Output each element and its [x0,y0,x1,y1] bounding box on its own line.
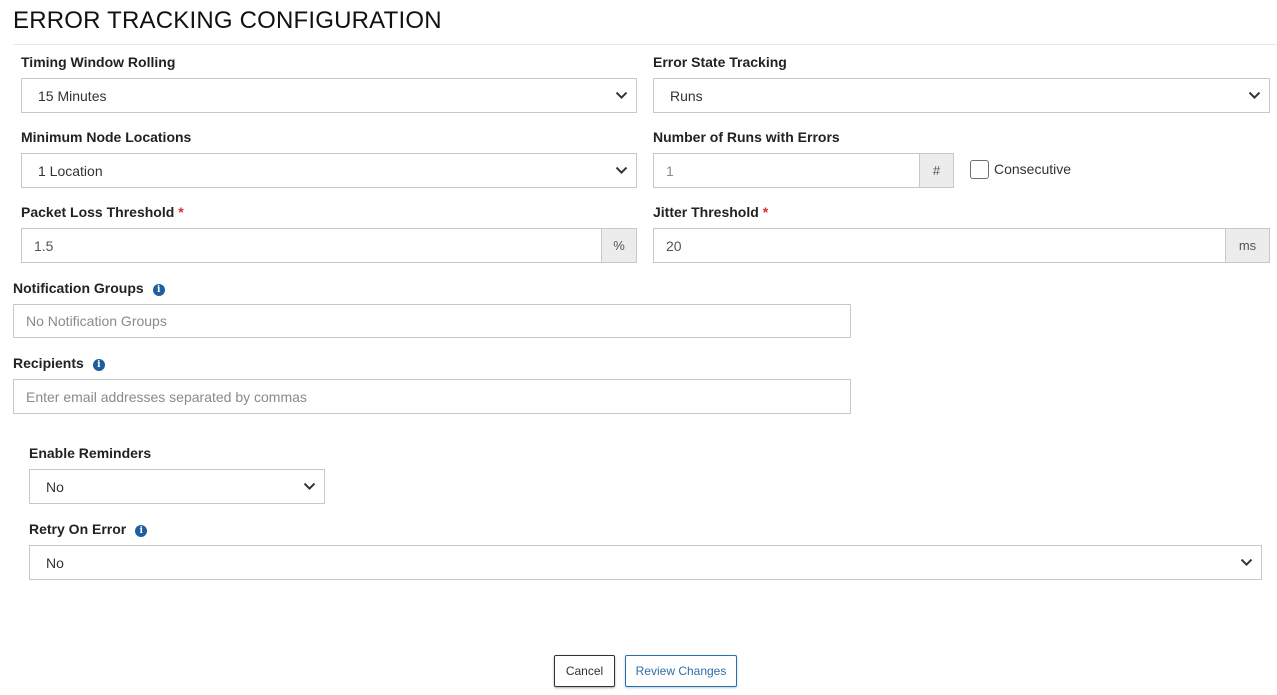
recipients-label-text: Recipients [13,355,84,371]
chevron-down-icon [303,482,316,490]
runs-errors-label: Number of Runs with Errors [653,129,840,145]
min-nodes-label: Minimum Node Locations [21,129,192,145]
review-changes-button[interactable]: Review Changes [625,655,737,687]
error-state-label: Error State Tracking [653,54,787,70]
packet-loss-label-text: Packet Loss Threshold [21,204,175,220]
info-icon[interactable]: i [92,359,105,371]
recipients-input[interactable]: Enter email addresses separated by comma… [13,379,851,414]
error-state-value: Runs [670,87,703,104]
title-divider [13,44,1277,45]
runs-errors-value: 1 [666,162,674,179]
chevron-down-icon [1240,558,1253,566]
notification-groups-placeholder: No Notification Groups [26,313,167,329]
notification-groups-label-text: Notification Groups [13,280,144,296]
consecutive-label[interactable]: Consecutive [994,161,1071,177]
required-marker: * [178,204,184,220]
retry-value: No [46,554,64,571]
retry-label: Retry On Error i [29,521,148,537]
retry-select[interactable]: No [29,545,1262,580]
min-nodes-value: 1 Location [38,162,103,179]
info-icon[interactable]: i [135,525,148,537]
runs-errors-input[interactable]: 1 [653,153,920,188]
min-nodes-select[interactable]: 1 Location [21,153,637,188]
jitter-label: Jitter Threshold * [653,204,768,220]
jitter-input[interactable]: 20 [653,228,1226,263]
packet-loss-value: 1.5 [34,237,54,254]
notification-groups-label: Notification Groups i [13,280,165,296]
timing-window-label: Timing Window Rolling [21,54,176,70]
page-title: ERROR TRACKING CONFIGURATION [13,7,442,34]
recipients-label: Recipients i [13,355,105,371]
chevron-down-icon [615,91,628,99]
cancel-button[interactable]: Cancel [554,655,615,687]
reminders-label: Enable Reminders [29,445,152,461]
timing-window-select[interactable]: 15 Minutes [21,78,637,113]
timing-window-value: 15 Minutes [38,87,107,104]
error-state-select[interactable]: Runs [653,78,1270,113]
chevron-down-icon [1248,91,1261,99]
chevron-down-icon [615,166,628,174]
consecutive-checkbox[interactable] [970,160,989,179]
reminders-select[interactable]: No [29,469,325,504]
packet-loss-input[interactable]: 1.5 [21,228,602,263]
recipients-placeholder: Enter email addresses separated by comma… [26,388,307,405]
packet-loss-addon: % [602,228,637,263]
retry-label-text: Retry On Error [29,521,127,537]
jitter-value: 20 [666,237,682,254]
info-icon[interactable]: i [152,284,165,296]
reminders-value: No [46,478,64,495]
jitter-addon: ms [1226,228,1270,263]
jitter-label-text: Jitter Threshold [653,204,759,220]
required-marker: * [762,204,769,220]
runs-errors-addon: # [920,153,954,188]
packet-loss-label: Packet Loss Threshold * [21,204,184,220]
notification-groups-field[interactable]: No Notification Groups [13,304,851,338]
